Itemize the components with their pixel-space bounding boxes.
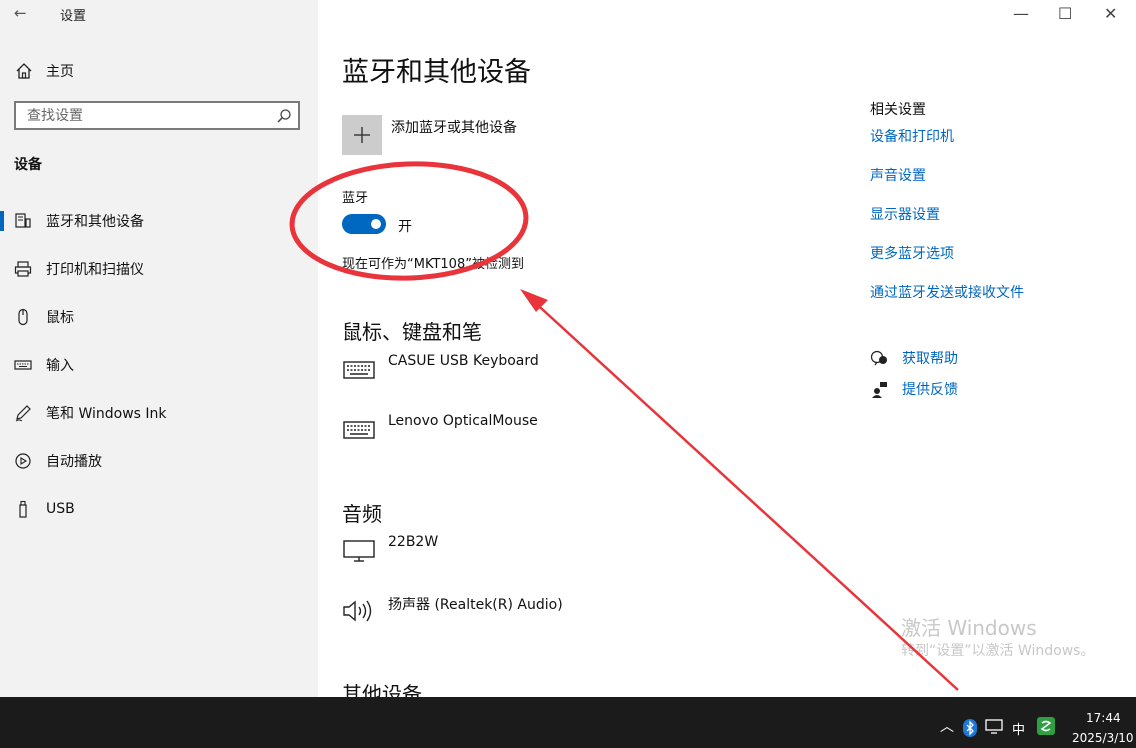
chevron-up-icon[interactable]: ︿ <box>940 716 954 736</box>
ime-indicator[interactable]: 中 <box>1012 719 1025 738</box>
network-icon[interactable] <box>985 719 1003 735</box>
annotation-arrow-line <box>529 297 959 691</box>
annotation-ellipse <box>289 161 529 281</box>
annotation-arrowhead <box>520 289 548 312</box>
clock-date[interactable]: 2025/3/10 <box>1072 731 1134 745</box>
annotation-overlay <box>289 161 959 691</box>
clock-time[interactable]: 17:44 <box>1086 711 1121 725</box>
input-method-icon[interactable] <box>1037 717 1055 735</box>
bluetooth-icon[interactable] <box>963 719 977 737</box>
